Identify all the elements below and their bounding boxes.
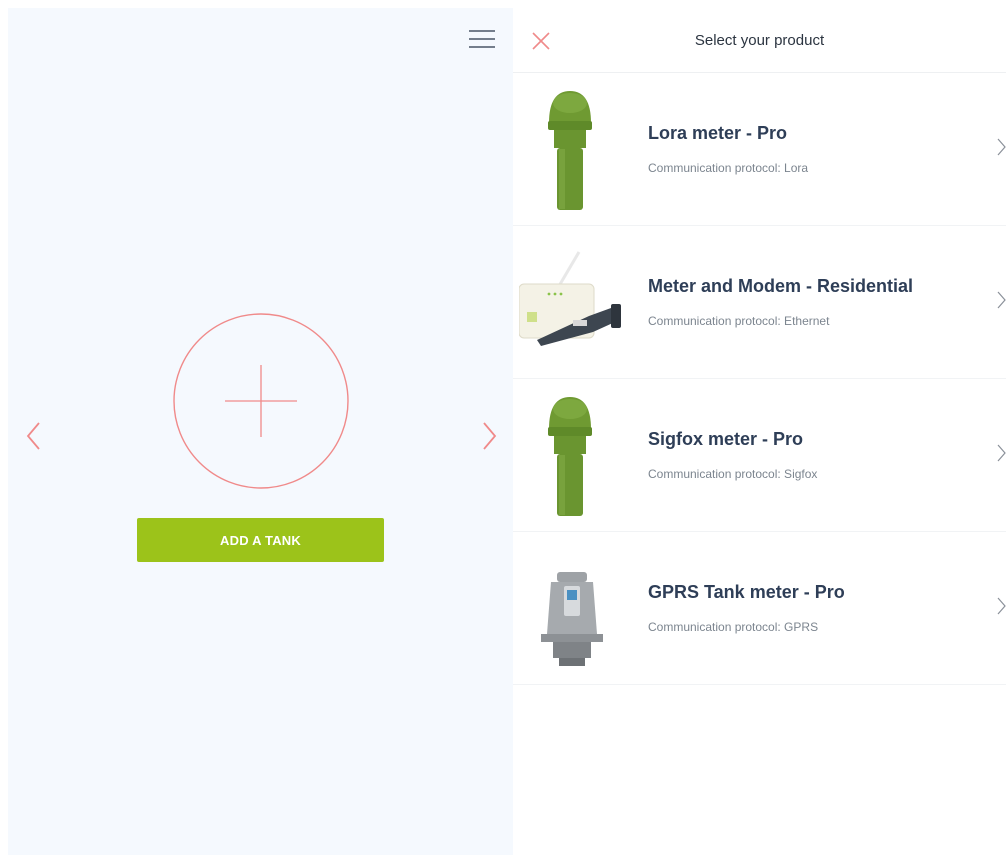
product-name: GPRS Tank meter - Pro [648, 582, 845, 602]
product-item-lora-meter-pro[interactable]: Lora meter - Pro Communication protocol:… [513, 73, 1006, 226]
product-list: Lora meter - Pro Communication protocol:… [513, 73, 1006, 685]
chevron-right-icon[interactable] [479, 420, 499, 452]
hamburger-menu-icon[interactable] [468, 28, 496, 50]
panel-header: Select your product [513, 0, 1006, 73]
chevron-right-icon [997, 597, 1006, 615]
product-selection-panel: Select your product Lora meter - Pro Com… [513, 0, 1006, 855]
tank-carousel-panel: ADD A TANK [8, 8, 513, 855]
green-dome-meter-image [548, 91, 592, 210]
product-item-meter-and-modem-residential[interactable]: Meter and Modem - Residential Communicat… [513, 226, 1006, 379]
product-name: Lora meter - Pro [648, 123, 788, 143]
product-protocol: Communication protocol: Ethernet [648, 314, 830, 328]
product-name: Meter and Modem - Residential [648, 276, 914, 296]
chevron-right-icon [997, 444, 1006, 462]
grey-tank-meter-image [541, 572, 603, 666]
product-item-gprs-tank-meter-pro[interactable]: GPRS Tank meter - Pro Communication prot… [513, 532, 1006, 685]
product-protocol: Communication protocol: Sigfox [648, 467, 818, 481]
plus-circle-icon[interactable] [172, 312, 350, 490]
product-item-sigfox-meter-pro[interactable]: Sigfox meter - Pro Communication protoco… [513, 379, 1006, 532]
chevron-right-icon [997, 291, 1006, 309]
product-name: Sigfox meter - Pro [648, 429, 804, 449]
add-tank-button[interactable]: ADD A TANK [137, 518, 384, 562]
modem-and-meter-image [519, 251, 621, 346]
chevron-right-icon [997, 138, 1006, 156]
green-dome-meter-image [548, 397, 592, 516]
page-title: Select your product [694, 32, 825, 49]
product-protocol: Communication protocol: Lora [648, 161, 809, 175]
chevron-left-icon[interactable] [24, 420, 44, 452]
product-protocol: Communication protocol: GPRS [648, 620, 819, 634]
